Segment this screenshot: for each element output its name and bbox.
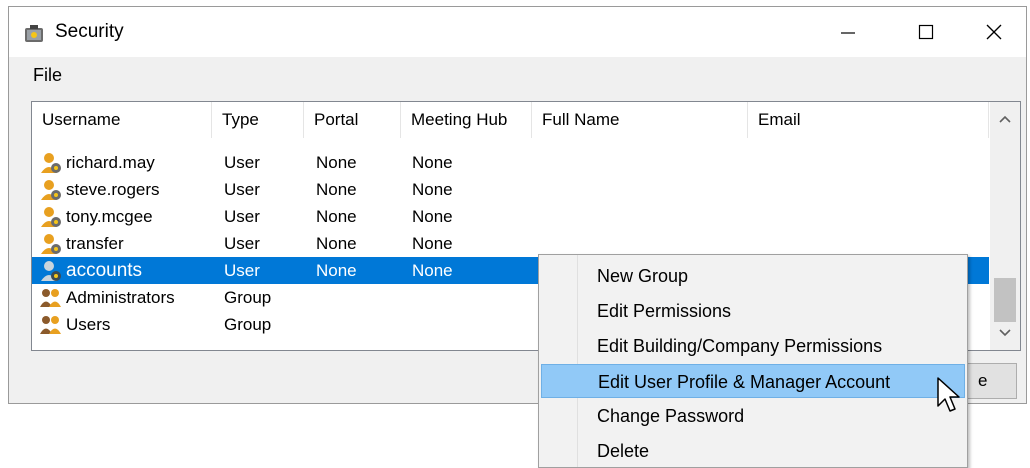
row-type: User: [224, 207, 260, 226]
close-icon: [986, 24, 1002, 40]
table-row[interactable]: tony.mcgee User None None: [32, 203, 989, 230]
user-icon: [41, 234, 61, 254]
menu-bar: File: [9, 57, 1026, 95]
row-meeting-hub: None: [412, 153, 453, 172]
context-menu: New Group Edit Permissions Edit Building…: [538, 254, 968, 468]
menu-item-edit-building-company-permissions[interactable]: Edit Building/Company Permissions: [541, 329, 965, 363]
menu-item-label: Delete: [597, 441, 650, 461]
row-portal: None: [316, 234, 357, 253]
row-portal: None: [316, 261, 357, 280]
menu-item-new-group[interactable]: New Group: [541, 259, 965, 293]
row-portal: None: [316, 180, 357, 199]
table-row[interactable]: transfer User None None: [32, 230, 989, 257]
vertical-scrollbar[interactable]: [990, 102, 1020, 350]
scroll-up-button[interactable]: [990, 104, 1020, 134]
column-header-type[interactable]: Type: [212, 102, 304, 138]
row-username: accounts: [66, 260, 143, 281]
row-meeting-hub: None: [412, 234, 453, 253]
table-row[interactable]: steve.rogers User None None: [32, 176, 989, 203]
row-username: transfer: [66, 234, 124, 253]
chevron-down-icon: [999, 329, 1011, 337]
column-header-full-name[interactable]: Full Name: [532, 102, 748, 138]
row-type: Group: [224, 288, 272, 307]
row-username: Users: [66, 315, 111, 334]
table-row[interactable]: richard.may User None None: [32, 149, 989, 176]
group-icon: [40, 289, 61, 307]
row-username: Administrators: [66, 288, 175, 307]
row-meeting-hub: None: [412, 261, 453, 280]
row-type: User: [224, 180, 260, 199]
scroll-down-button[interactable]: [990, 318, 1020, 348]
maximize-icon: [918, 24, 934, 40]
maximize-button[interactable]: [891, 7, 961, 57]
menu-item-label: Change Password: [597, 406, 745, 426]
row-username: steve.rogers: [66, 180, 160, 199]
window-title: Security: [55, 21, 124, 42]
row-portal: None: [316, 207, 357, 226]
row-username: richard.may: [66, 153, 155, 172]
column-header-portal[interactable]: Portal: [304, 102, 401, 138]
menu-item-edit-permissions[interactable]: Edit Permissions: [541, 294, 965, 328]
dialog-button-label: e: [978, 371, 988, 390]
security-app-icon: [25, 25, 43, 42]
row-username: tony.mcgee: [66, 207, 153, 226]
menu-item-delete[interactable]: Delete: [541, 434, 965, 468]
chevron-up-icon: [999, 115, 1011, 123]
row-type: Group: [224, 315, 272, 334]
column-header-meeting-hub[interactable]: Meeting Hub: [401, 102, 532, 138]
user-icon: [41, 261, 61, 281]
menu-file[interactable]: File: [33, 65, 62, 86]
title-bar[interactable]: Security: [9, 7, 1026, 57]
user-icon: [41, 207, 61, 227]
menu-item-label: New Group: [597, 266, 689, 286]
row-meeting-hub: None: [412, 180, 453, 199]
user-icon: [41, 153, 61, 173]
column-header-username[interactable]: Username: [32, 102, 212, 138]
user-icon: [41, 180, 61, 200]
mouse-pointer-icon: [937, 377, 960, 412]
menu-item-label: Edit Permissions: [597, 301, 732, 321]
column-header-row: Username Type Portal Meeting Hub Full Na…: [32, 102, 989, 138]
menu-item-edit-user-profile-manager-account[interactable]: Edit User Profile & Manager Account: [541, 364, 965, 398]
menu-item-label: Edit User Profile & Manager Account: [598, 372, 891, 392]
menu-item-label: Edit Building/Company Permissions: [597, 336, 883, 356]
row-type: User: [224, 234, 260, 253]
row-type: User: [224, 153, 260, 172]
row-portal: None: [316, 153, 357, 172]
menu-item-change-password[interactable]: Change Password: [541, 399, 965, 433]
minimize-button[interactable]: [813, 7, 883, 57]
group-icon: [40, 316, 61, 334]
scroll-thumb[interactable]: [994, 278, 1016, 322]
row-meeting-hub: None: [412, 207, 453, 226]
column-header-email[interactable]: Email: [748, 102, 989, 138]
row-type: User: [224, 261, 260, 280]
close-button[interactable]: [959, 7, 1029, 57]
minimize-icon: [841, 32, 855, 34]
